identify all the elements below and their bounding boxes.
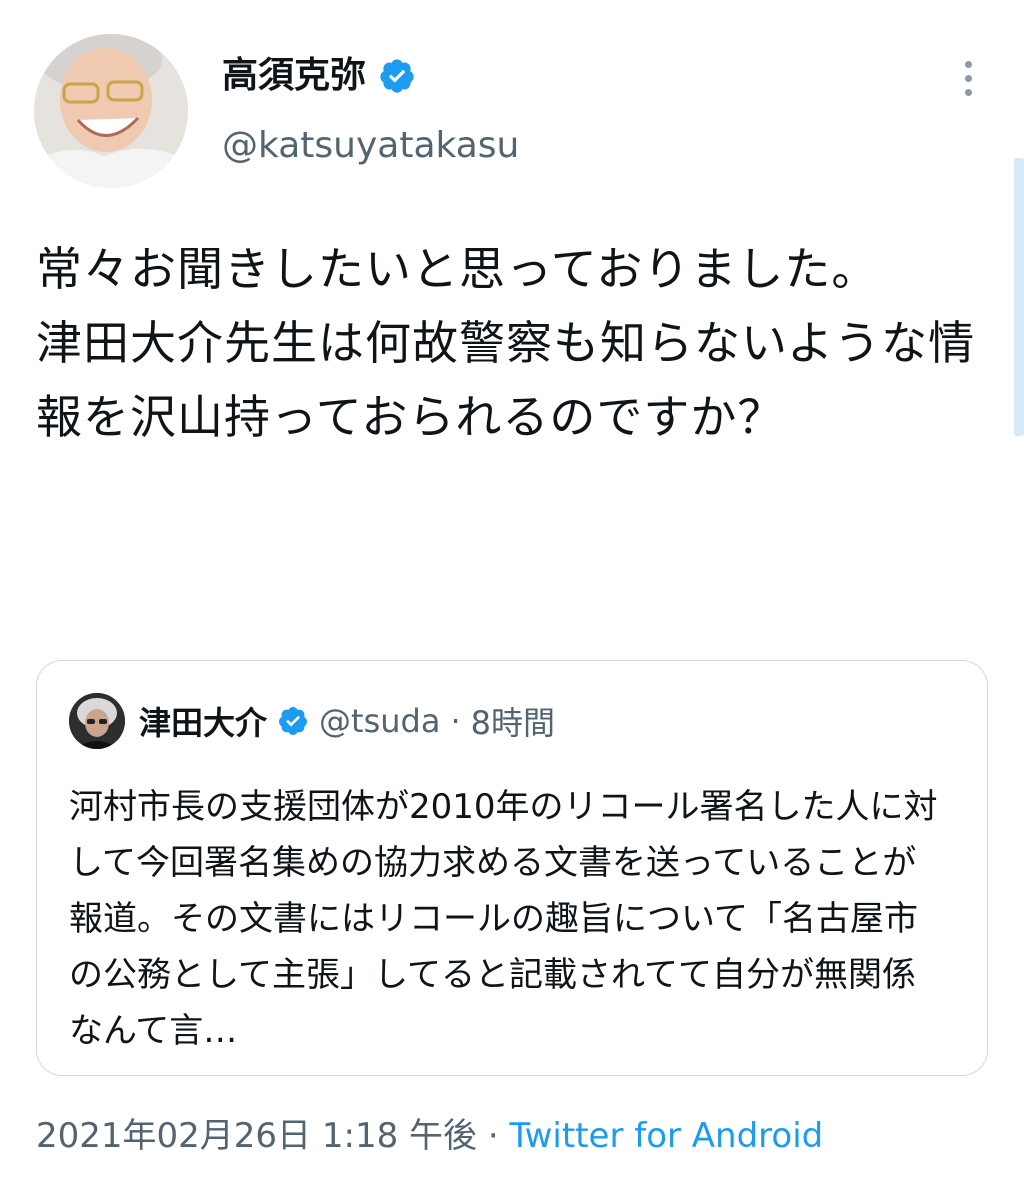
author-name-row[interactable]: 高須克弥	[222, 52, 416, 100]
tweet-timestamp[interactable]: 2021年02月26日 1:18 午後	[36, 1116, 477, 1156]
author-name[interactable]: 高須克弥	[222, 52, 366, 100]
verified-badge-icon	[378, 57, 416, 95]
verified-badge-icon	[277, 705, 309, 737]
quoted-timestamp: 8時間	[470, 704, 555, 742]
author-handle[interactable]: @katsuyatakasu	[222, 122, 519, 170]
author-avatar[interactable]	[34, 34, 188, 188]
quoted-author-avatar	[69, 693, 125, 749]
quoted-tweet-text: 河村市長の支援団体が2010年のリコール署名した人に対して今回署名集めの協力求め…	[69, 787, 938, 1051]
quoted-tweet-header: 津田大介 @tsuda · 8時間	[69, 693, 555, 749]
quoted-author-handle: @tsuda	[319, 702, 441, 740]
more-vertical-icon[interactable]	[950, 56, 986, 100]
quoted-author-name: 津田大介	[139, 704, 268, 742]
quoted-separator: ·	[450, 702, 461, 740]
tweet-source-link[interactable]: Twitter for Android	[509, 1116, 823, 1156]
tweet-text: 常々お聞きしたいと思っておりました。 津田大介先生は何故警察も知らないような情報…	[36, 242, 976, 444]
quoted-tweet-card[interactable]: 津田大介 @tsuda · 8時間 河村市長の支援団体が2010年のリコール署名…	[36, 660, 988, 1076]
scrollbar[interactable]	[1014, 158, 1024, 436]
meta-separator: ·	[487, 1116, 499, 1156]
tweet-meta: 2021年02月26日 1:18 午後 · Twitter for Androi…	[36, 1112, 823, 1160]
